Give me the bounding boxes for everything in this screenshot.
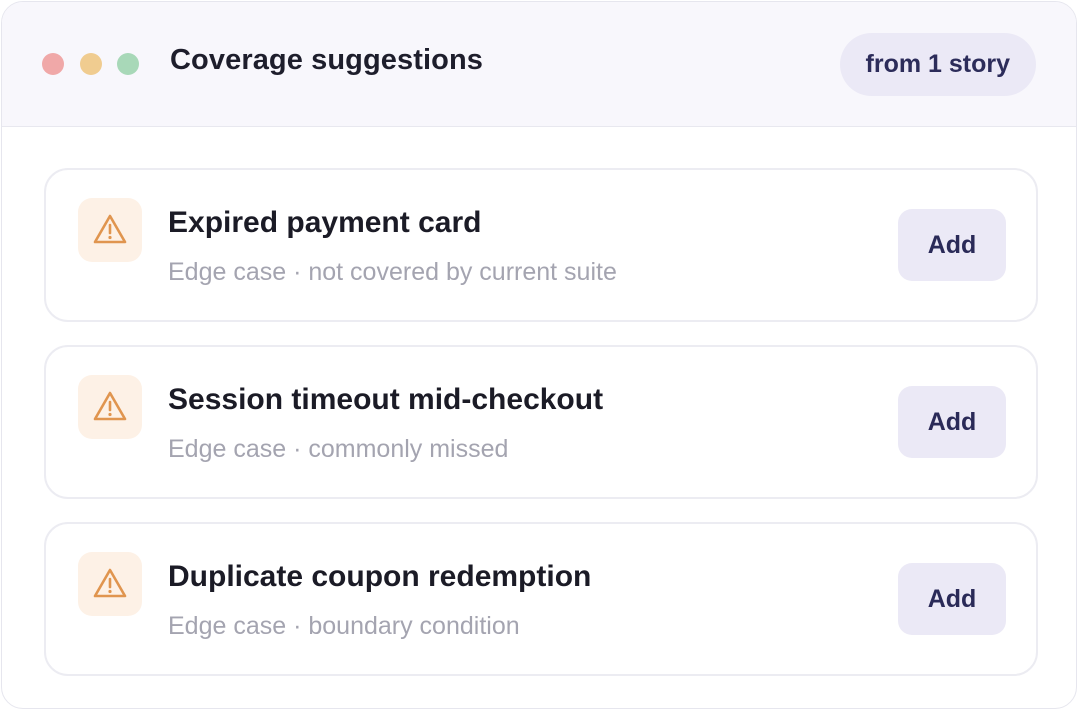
- suggestion-meta: Edge case · not covered by current suite: [168, 258, 617, 286]
- maximize-window-button[interactable]: [117, 53, 139, 75]
- suggestion-meta: Edge case · boundary condition: [168, 612, 520, 640]
- window-titlebar: Coverage suggestions from 1 story: [2, 2, 1076, 127]
- suggestion-card: Expired payment card Edge case · not cov…: [44, 168, 1038, 322]
- source-count-badge: from 1 story: [839, 33, 1036, 96]
- suggestion-meta: Edge case · commonly missed: [168, 435, 509, 463]
- add-suggestion-button[interactable]: Add: [898, 386, 1006, 458]
- suggestion-card: Session timeout mid-checkout Edge case ·…: [44, 345, 1038, 499]
- minimize-window-button[interactable]: [80, 53, 102, 75]
- suggestion-title: Duplicate coupon redemption: [168, 560, 592, 593]
- warning-icon: [78, 552, 142, 616]
- window-title: Coverage suggestions: [170, 44, 484, 76]
- warning-triangle-icon: [93, 568, 127, 598]
- warning-triangle-icon: [93, 214, 127, 244]
- suggestion-list: Expired payment card Edge case · not cov…: [44, 168, 1038, 699]
- warning-triangle-icon: [93, 391, 127, 421]
- warning-icon: [78, 375, 142, 439]
- suggestion-title: Session timeout mid-checkout: [168, 383, 604, 416]
- coverage-suggestions-window: Coverage suggestions from 1 story Expire…: [1, 1, 1077, 709]
- warning-icon: [78, 198, 142, 262]
- add-suggestion-button[interactable]: Add: [898, 563, 1006, 635]
- suggestion-title: Expired payment card: [168, 206, 482, 239]
- add-suggestion-button[interactable]: Add: [898, 209, 1006, 281]
- suggestion-card: Duplicate coupon redemption Edge case · …: [44, 522, 1038, 676]
- close-window-button[interactable]: [42, 53, 64, 75]
